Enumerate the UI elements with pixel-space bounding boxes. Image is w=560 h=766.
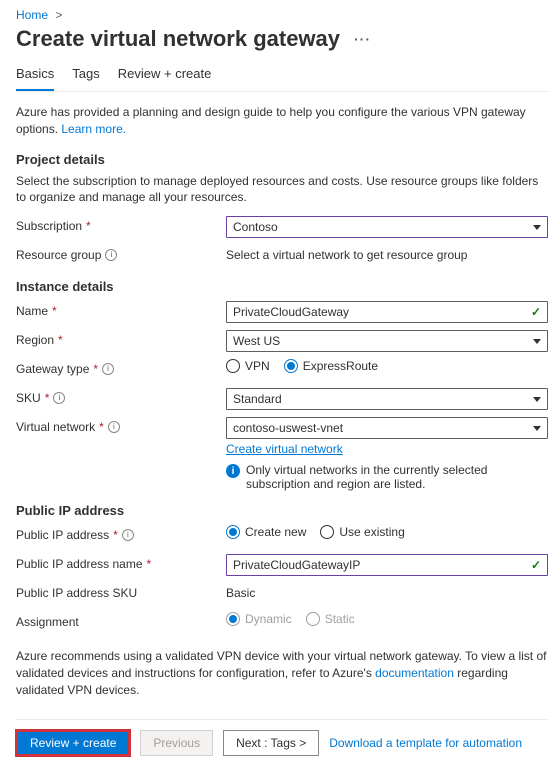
documentation-link[interactable]: documentation bbox=[375, 666, 454, 680]
page-title: Create virtual network gateway ··· bbox=[16, 26, 548, 52]
checkmark-icon: ✓ bbox=[531, 558, 541, 572]
radio-static: Static bbox=[306, 612, 355, 626]
previous-button: Previous bbox=[140, 730, 213, 756]
tab-basics[interactable]: Basics bbox=[16, 60, 54, 91]
info-icon[interactable]: i bbox=[108, 421, 120, 433]
vnet-note: Only virtual networks in the currently s… bbox=[246, 463, 548, 491]
download-template-link[interactable]: Download a template for automation bbox=[329, 736, 522, 750]
vnet-select[interactable]: contoso-uswest-vnet bbox=[226, 417, 548, 439]
info-icon[interactable]: i bbox=[102, 363, 114, 375]
learn-more-link[interactable]: Learn more. bbox=[61, 122, 126, 136]
chevron-down-icon bbox=[533, 339, 541, 344]
radio-dynamic: Dynamic bbox=[226, 612, 292, 626]
instance-details-heading: Instance details bbox=[16, 279, 548, 294]
radio-create-new[interactable]: Create new bbox=[226, 525, 306, 539]
tab-tags[interactable]: Tags bbox=[72, 60, 99, 91]
region-select[interactable]: West US bbox=[226, 330, 548, 352]
name-input[interactable]: PrivateCloudGateway ✓ bbox=[226, 301, 548, 323]
radio-vpn[interactable]: VPN bbox=[226, 359, 270, 373]
sku-select[interactable]: Standard bbox=[226, 388, 548, 410]
project-details-desc: Select the subscription to manage deploy… bbox=[16, 173, 548, 207]
radio-use-existing[interactable]: Use existing bbox=[320, 525, 404, 539]
subscription-label: Subscription bbox=[16, 219, 82, 233]
vnet-label: Virtual network bbox=[16, 420, 95, 434]
next-button[interactable]: Next : Tags > bbox=[223, 730, 319, 756]
pip-sku-label: Public IP address SKU bbox=[16, 586, 137, 600]
breadcrumb-home[interactable]: Home bbox=[16, 8, 48, 22]
review-create-button[interactable]: Review + create bbox=[16, 730, 130, 756]
resource-group-value: Select a virtual network to get resource… bbox=[226, 245, 548, 262]
chevron-down-icon bbox=[533, 426, 541, 431]
radio-expressroute[interactable]: ExpressRoute bbox=[284, 359, 378, 373]
gateway-type-label: Gateway type bbox=[16, 362, 89, 376]
info-icon[interactable]: i bbox=[53, 392, 65, 404]
tab-bar: Basics Tags Review + create bbox=[16, 60, 548, 92]
pip-sku-value: Basic bbox=[226, 583, 548, 600]
chevron-down-icon bbox=[533, 225, 541, 230]
resource-group-label: Resource group bbox=[16, 248, 101, 262]
pip-heading: Public IP address bbox=[16, 503, 548, 518]
chevron-right-icon: > bbox=[55, 8, 62, 22]
pip-label: Public IP address bbox=[16, 528, 109, 542]
info-icon: i bbox=[226, 464, 240, 478]
info-icon[interactable]: i bbox=[105, 249, 117, 261]
subscription-select[interactable]: Contoso bbox=[226, 216, 548, 238]
checkmark-icon: ✓ bbox=[531, 305, 541, 319]
name-label: Name bbox=[16, 304, 48, 318]
info-icon[interactable]: i bbox=[122, 529, 134, 541]
more-icon[interactable]: ··· bbox=[354, 31, 371, 47]
tab-review[interactable]: Review + create bbox=[118, 60, 212, 91]
sku-label: SKU bbox=[16, 391, 41, 405]
project-details-heading: Project details bbox=[16, 152, 548, 167]
intro-text: Azure has provided a planning and design… bbox=[16, 104, 548, 138]
chevron-down-icon bbox=[533, 397, 541, 402]
pip-name-label: Public IP address name bbox=[16, 557, 143, 571]
assignment-label: Assignment bbox=[16, 615, 79, 629]
create-vnet-link[interactable]: Create virtual network bbox=[226, 442, 343, 456]
region-label: Region bbox=[16, 333, 54, 347]
pip-name-input[interactable]: PrivateCloudGatewayIP ✓ bbox=[226, 554, 548, 576]
footer-bar: Review + create Previous Next : Tags > D… bbox=[16, 719, 548, 766]
footer-note: Azure recommends using a validated VPN d… bbox=[16, 648, 548, 698]
